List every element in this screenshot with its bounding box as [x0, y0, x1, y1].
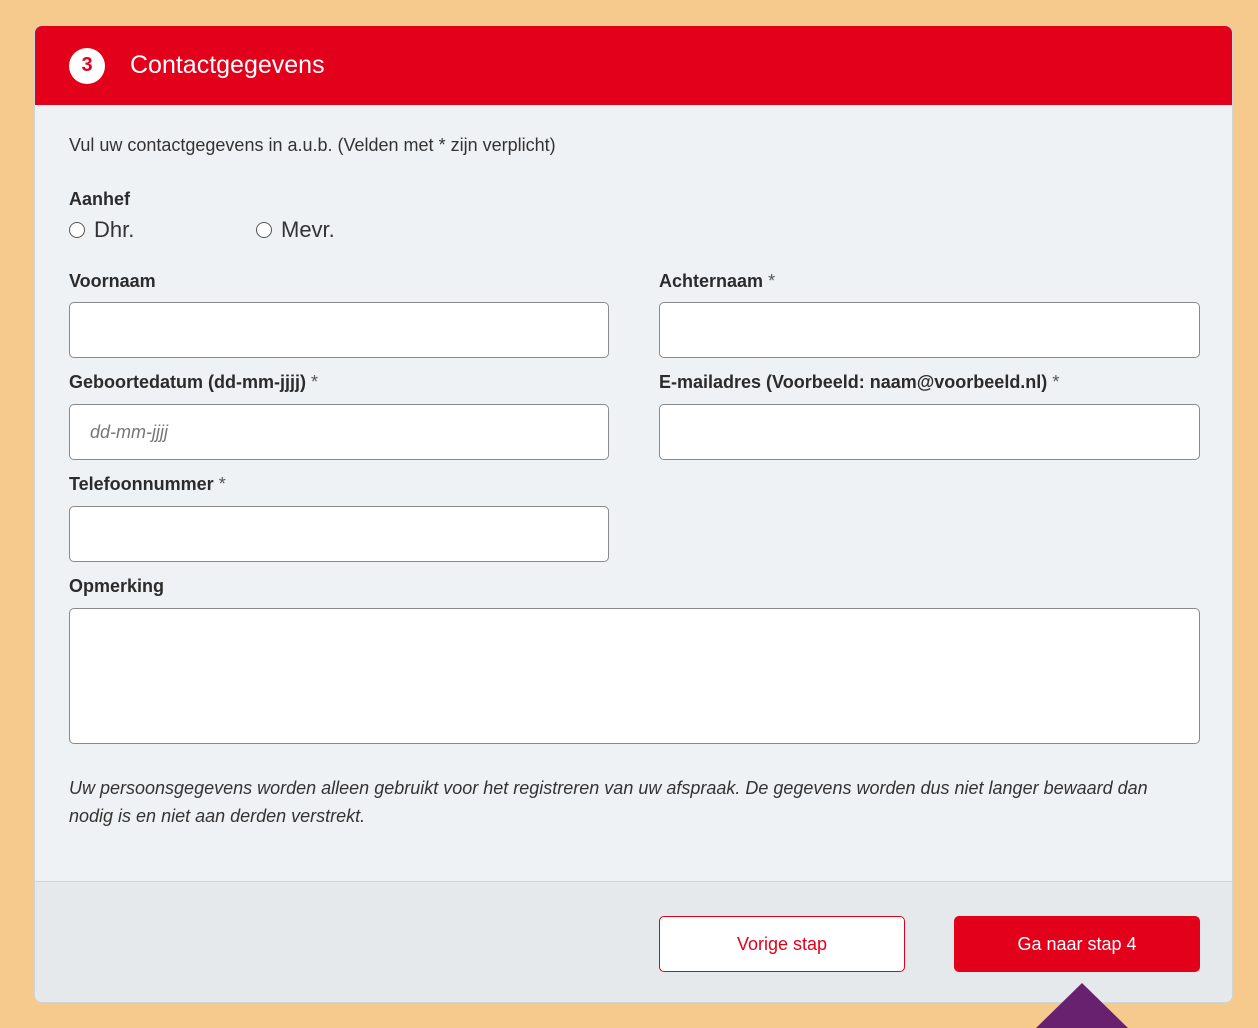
email-label: E-mailadres (Voorbeeld: naam@voorbeeld.n… [659, 372, 1060, 392]
lastname-input[interactable] [659, 302, 1200, 358]
radio-option-dhr[interactable]: Dhr. [69, 217, 256, 243]
form-body: Vul uw contactgegevens in a.u.b. (Velden… [35, 105, 1232, 881]
contact-details-card: 3 Contactgegevens Vul uw contactgegevens… [34, 25, 1233, 1003]
step-number-badge: 3 [69, 47, 105, 84]
next-step-button[interactable]: Ga naar stap 4 [954, 916, 1200, 972]
radio-mevr[interactable] [256, 222, 272, 238]
card-header: 3 Contactgegevens [35, 26, 1232, 105]
remark-textarea[interactable] [69, 608, 1200, 744]
salutation-label: Aanhef [69, 189, 131, 209]
email-input[interactable] [659, 404, 1200, 460]
birthdate-label: Geboortedatum (dd-mm-jjjj) * [69, 372, 319, 392]
lastname-label: Achternaam * [659, 271, 776, 291]
radio-label-dhr: Dhr. [94, 217, 135, 242]
privacy-notice: Uw persoonsgegevens worden alleen gebrui… [69, 778, 1148, 826]
intro-text: Vul uw contactgegevens in a.u.b. (Velden… [69, 135, 556, 155]
firstname-input[interactable] [69, 302, 609, 358]
section-title: Contactgegevens [130, 51, 325, 79]
firstname-label: Voornaam [69, 271, 156, 291]
radio-option-mevr[interactable]: Mevr. [256, 217, 335, 243]
phone-input[interactable] [69, 506, 609, 562]
birthdate-input[interactable] [69, 404, 609, 460]
pointer-arrow-icon [1036, 983, 1128, 1028]
previous-step-button[interactable]: Vorige stap [659, 916, 905, 972]
radio-dhr[interactable] [69, 222, 85, 238]
salutation-radio-group: Dhr. Mevr. [69, 217, 335, 243]
phone-label: Telefoonnummer * [69, 474, 226, 494]
remark-label: Opmerking [69, 576, 165, 596]
radio-label-mevr: Mevr. [281, 217, 335, 242]
